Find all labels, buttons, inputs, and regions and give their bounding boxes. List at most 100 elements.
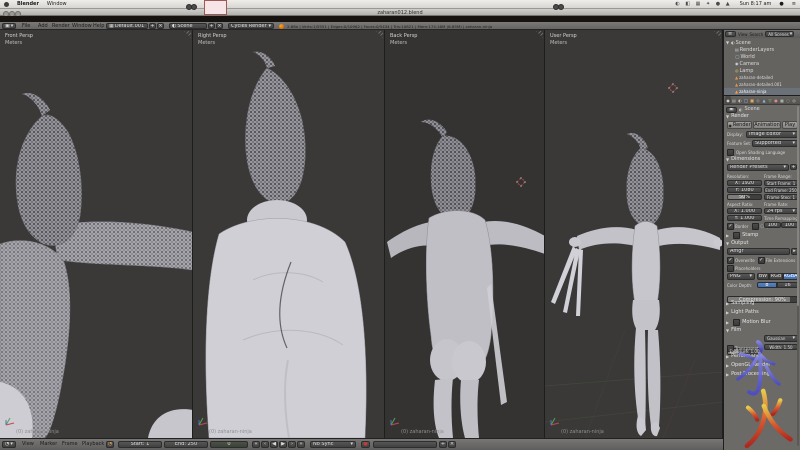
end-frame-field[interactable]: End Frame: 250 xyxy=(764,187,798,193)
panel-header-render[interactable]: ▼ Render xyxy=(726,114,749,119)
play-button[interactable]: Play xyxy=(782,121,798,129)
panel-header-motion-blur[interactable]: ▶ Motion Blur xyxy=(726,319,771,326)
motion-blur-checkbox[interactable] xyxy=(733,319,740,326)
timeline-menu-marker[interactable]: Marker xyxy=(40,442,57,447)
jump-to-end-button[interactable]: » xyxy=(297,441,305,448)
area-join-handle[interactable] xyxy=(558,4,564,10)
editor-type-button[interactable]: ▣ ▾ xyxy=(2,23,16,29)
menubar-status-icons[interactable]: ◐ ◧ ▦ ✦ ● ▲ xyxy=(675,2,731,7)
screen-layout-selector[interactable]: ▦ Default.001 xyxy=(106,23,148,29)
depth-16-button[interactable]: 16 xyxy=(777,282,798,288)
preview-range-button[interactable]: ◔ xyxy=(106,441,114,448)
panel-header-output[interactable]: ▼ Output xyxy=(726,241,748,246)
outliner-row-zaharan-detailed[interactable]: ▲ zaharan-detailed ●▸◆ xyxy=(724,74,800,81)
remap-new-field[interactable]: 100 xyxy=(781,222,798,228)
resolution-x-field[interactable]: X: 1920 xyxy=(727,180,762,186)
stamp-checkbox[interactable] xyxy=(733,232,740,239)
filter-width-field[interactable]: Width: 1.50 xyxy=(764,344,798,350)
depth-8-button[interactable]: 8 xyxy=(757,282,777,288)
auto-keyframe-button[interactable]: ● xyxy=(361,441,370,448)
file-extensions-checkbox[interactable]: ✓ xyxy=(758,257,765,264)
timeline-menu-frame[interactable]: Frame xyxy=(62,442,78,447)
panel-header-stamp[interactable]: ▶ Stamp xyxy=(726,232,758,239)
delete-scene-button[interactable]: × xyxy=(216,23,223,29)
properties-scrollbar[interactable] xyxy=(797,106,799,446)
apple-menu-icon[interactable] xyxy=(4,2,9,7)
current-frame-field[interactable]: 0 xyxy=(210,441,248,448)
start-frame-field[interactable]: Start Frame: 1 xyxy=(764,180,798,186)
add-scene-button[interactable]: + xyxy=(208,23,215,29)
prev-keyframe-button[interactable]: ‹ xyxy=(261,441,269,448)
play-reverse-button[interactable]: ◀ xyxy=(270,441,278,448)
border-checkbox[interactable]: ✓ xyxy=(727,223,734,230)
filter-type-dropdown[interactable]: Gaussian ▾ xyxy=(764,335,798,342)
outliner-row-zaharan-ninja[interactable]: ▲ zaharan-ninja ●▸◆ xyxy=(724,88,800,95)
delete-keyframe-button[interactable]: × xyxy=(448,441,456,448)
remap-old-field[interactable]: 100 xyxy=(764,222,781,228)
menu-render[interactable]: Render xyxy=(52,24,70,29)
editor-type-button[interactable]: ◔ ▾ xyxy=(2,441,16,448)
notification-center-icon[interactable]: ≡ xyxy=(792,2,796,7)
outliner-row-camera[interactable]: ◉ Camera ●▸◆ xyxy=(724,60,800,67)
delete-layout-button[interactable]: × xyxy=(157,23,164,29)
panel-header-performance[interactable]: ▶ Performance xyxy=(726,354,763,359)
frame-rate-dropdown[interactable]: 24 fps ▾ xyxy=(764,208,798,214)
keying-set-field[interactable] xyxy=(373,441,437,448)
file-format-dropdown[interactable]: PNG ▾ xyxy=(727,273,755,280)
scene-selector[interactable]: ◐ Scene xyxy=(169,23,207,29)
disclosure-triangle-icon[interactable]: ▼ xyxy=(726,40,729,45)
tab-physics-icon[interactable]: ◎ xyxy=(791,96,797,104)
color-rgba-button[interactable]: RGBA xyxy=(783,273,798,280)
spotlight-icon[interactable]: ● xyxy=(779,2,783,7)
outliner-row-scene[interactable]: ▼ ◐ Scene xyxy=(724,39,800,46)
menu-file[interactable]: File xyxy=(22,24,30,29)
panel-header-post-processing[interactable]: ▶ Post Processing xyxy=(726,372,770,377)
animation-button[interactable]: Animation xyxy=(753,121,781,129)
resolution-y-field[interactable]: Y: 1080 xyxy=(727,187,762,193)
crop-checkbox[interactable] xyxy=(752,223,759,230)
timeline-menu-playback[interactable]: Playback xyxy=(82,442,104,447)
render-button[interactable]: ◉ Render xyxy=(727,121,752,129)
outliner-view-menu[interactable]: View xyxy=(738,32,748,37)
exposure-slider[interactable]: Exposure: 1.00 xyxy=(727,348,762,355)
outliner-row-world[interactable]: ◯ World xyxy=(724,53,800,60)
resolution-scale-slider[interactable]: 50% xyxy=(727,194,762,200)
area-join-handle[interactable] xyxy=(191,4,197,10)
color-rgb-button[interactable]: RGB xyxy=(769,273,783,280)
osl-checkbox[interactable] xyxy=(727,149,734,156)
menu-window[interactable]: Window xyxy=(72,24,92,29)
output-path-field[interactable]: Amgr xyxy=(727,248,790,255)
editor-type-button[interactable]: ≡ xyxy=(725,31,736,37)
render-engine-selector[interactable]: Cycles Render ▾ xyxy=(228,23,274,29)
viewport-right[interactable]: Right Persp Meters (0) zaharan-ninja xyxy=(193,30,385,438)
menubar-clock[interactable]: Sun 8:17 am xyxy=(740,2,772,7)
editor-type-button[interactable]: ▣ xyxy=(726,107,737,113)
display-dropdown[interactable]: Image Editor ▾ xyxy=(746,131,798,138)
menu-add[interactable]: Add xyxy=(38,24,48,29)
menubar-window-menu[interactable]: Window xyxy=(47,2,67,7)
feature-set-dropdown[interactable]: Supported ▾ xyxy=(752,140,798,147)
placeholders-checkbox[interactable] xyxy=(727,265,734,272)
menubar-app-menu[interactable]: Blender xyxy=(17,2,39,7)
add-layout-button[interactable]: + xyxy=(149,23,156,29)
outliner-row-lamp[interactable]: ◎ Lamp ●▸◆ xyxy=(724,67,800,74)
next-keyframe-button[interactable]: › xyxy=(288,441,296,448)
start-frame-field[interactable]: Start: 1 xyxy=(118,441,162,448)
panel-header-light-paths[interactable]: ▶ Light Paths xyxy=(726,310,759,315)
jump-to-start-button[interactable]: « xyxy=(252,441,260,448)
sync-mode-dropdown[interactable]: No Sync ▾ xyxy=(310,441,356,448)
panel-header-dimensions[interactable]: ▼ Dimensions xyxy=(726,157,760,162)
viewport-user[interactable]: User Persp Meters (0) zaharan-ninja xyxy=(545,30,723,438)
end-frame-field[interactable]: End: 250 xyxy=(164,441,208,448)
panel-header-film[interactable]: ▼ Film xyxy=(726,328,741,333)
window-titlebar[interactable]: zaharan012.blend xyxy=(0,9,800,16)
viewport-back[interactable]: Back Persp Meters (0) zaharan-ninja xyxy=(385,30,545,438)
aspect-y-field[interactable]: Y: 1.000 xyxy=(727,215,762,221)
frame-step-field[interactable]: Frame Step: 1 xyxy=(764,194,798,200)
outliner-filter-dropdown[interactable]: All Scenes ▾ xyxy=(765,31,794,37)
timeline-menu-view[interactable]: View xyxy=(22,442,34,447)
menu-help[interactable]: Help xyxy=(93,24,104,29)
outliner-row-renderlayers[interactable]: ▤ RenderLayers ●▸◆ xyxy=(724,46,800,53)
aspect-x-field[interactable]: X: 1.000 xyxy=(727,208,762,214)
play-button[interactable]: ▶ xyxy=(279,441,287,448)
